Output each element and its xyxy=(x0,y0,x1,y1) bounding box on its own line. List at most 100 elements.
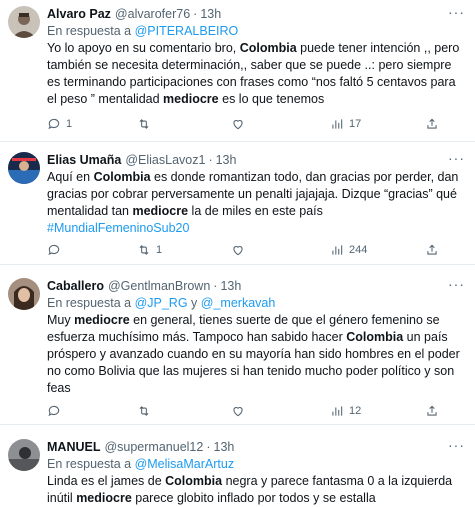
share-upload-icon xyxy=(427,118,437,129)
reply-button[interactable] xyxy=(47,403,66,419)
ellipsis-icon[interactable]: ··· xyxy=(448,151,465,165)
text-segment: Muy xyxy=(47,313,75,327)
heart-icon xyxy=(233,120,243,130)
text-segment: Yo lo apoyo en su comentario bro, xyxy=(47,41,240,55)
keyword-highlight: mediocre xyxy=(163,92,219,106)
speech-bubble-icon xyxy=(48,118,60,130)
tweet-feed: Alvaro Paz @alvarofer76 · 13h ··· En res… xyxy=(0,0,475,507)
hashtag-link[interactable]: #MundialFemeninoSub20 xyxy=(47,221,189,235)
keyword-highlight: mediocre xyxy=(74,313,130,327)
reply-mention[interactable]: @JP_RG xyxy=(135,296,188,310)
retweet-button[interactable] xyxy=(137,116,156,132)
reply-prefix: En respuesta a xyxy=(47,296,132,310)
retweet-count: 1 xyxy=(156,244,163,256)
reply-count: 1 xyxy=(66,118,73,130)
tweet-header: Alvaro Paz @alvarofer76 · 13h xyxy=(47,5,465,23)
display-name[interactable]: Alvaro Paz xyxy=(47,5,111,23)
retweet-arrows-icon xyxy=(139,406,149,416)
avatar[interactable] xyxy=(8,6,40,38)
text-segment: la de miles en este país xyxy=(188,204,323,218)
reply-prefix: En respuesta a xyxy=(47,24,132,38)
keyword-highlight: Colombia xyxy=(346,330,404,344)
keyword-highlight: mediocre xyxy=(76,491,132,505)
display-name[interactable]: Caballero xyxy=(47,277,104,295)
action-bar: 1 17 xyxy=(0,116,475,132)
share-button[interactable] xyxy=(425,116,439,132)
separator-dot: · xyxy=(193,7,198,21)
tweet-header: Elias Umaña @EliasLavoz1 · 13h xyxy=(47,151,465,169)
view-count: 12 xyxy=(349,405,362,417)
like-button[interactable] xyxy=(231,116,250,132)
text-segment: Linda es el james de xyxy=(47,474,166,488)
bar-chart-icon xyxy=(332,406,343,416)
avatar[interactable] xyxy=(8,439,40,471)
tweet-header: MANUEL @supermanuel12 · 13h xyxy=(47,438,465,456)
reply-context: En respuesta a @MelisaMarArtuz xyxy=(47,456,465,473)
text-segment: es lo que tenemos xyxy=(218,92,325,106)
ellipsis-icon[interactable]: ··· xyxy=(448,5,465,19)
user-handle[interactable]: @EliasLavoz1 xyxy=(125,151,205,169)
reply-joiner: y xyxy=(191,296,198,310)
reply-context: En respuesta a @JP_RG y @_merkavah xyxy=(47,295,465,312)
reply-mention[interactable]: @_merkavah xyxy=(201,296,276,310)
display-name[interactable]: Elias Umaña xyxy=(47,151,121,169)
action-bar: 1 244 xyxy=(0,242,475,258)
user-handle[interactable]: @GentlmanBrown xyxy=(108,277,210,295)
share-button[interactable] xyxy=(425,403,439,419)
reply-mention[interactable]: @MelisaMarArtuz xyxy=(135,457,235,471)
tweet-3[interactable]: Caballero @GentlmanBrown · 13h ··· En re… xyxy=(0,265,475,425)
views-button[interactable]: 244 xyxy=(330,242,367,258)
reply-prefix: En respuesta a xyxy=(47,457,132,471)
user-handle[interactable]: @alvarofer76 xyxy=(115,5,190,23)
tweet-header: Caballero @GentlmanBrown · 13h xyxy=(47,277,465,295)
view-count: 17 xyxy=(349,118,362,130)
separator-dot: · xyxy=(206,440,211,454)
display-name[interactable]: MANUEL xyxy=(47,438,100,456)
keyword-highlight: Colombia xyxy=(93,170,151,184)
heart-icon xyxy=(233,246,243,256)
heart-icon xyxy=(233,407,243,417)
reply-mention[interactable]: @PITERALBEIRO xyxy=(135,24,239,38)
tweet-4[interactable]: MANUEL @supermanuel12 · 13h ··· En respu… xyxy=(0,425,475,507)
timestamp[interactable]: 13h xyxy=(214,438,235,456)
action-bar: 12 xyxy=(0,403,475,419)
timestamp[interactable]: 13h xyxy=(200,5,221,23)
share-upload-icon xyxy=(427,405,437,416)
ellipsis-icon[interactable]: ··· xyxy=(448,438,465,452)
separator-dot: · xyxy=(208,153,213,167)
avatar[interactable] xyxy=(8,278,40,310)
bar-chart-icon xyxy=(332,245,343,255)
views-button[interactable]: 17 xyxy=(330,116,361,132)
speech-bubble-icon xyxy=(48,405,60,417)
retweet-button[interactable]: 1 xyxy=(137,242,162,258)
tweet-text: Muy mediocre en general, tienes suerte d… xyxy=(47,312,465,397)
tweet-1[interactable]: Alvaro Paz @alvarofer76 · 13h ··· En res… xyxy=(0,0,475,142)
text-segment: Aquí en xyxy=(47,170,94,184)
avatar[interactable] xyxy=(8,152,40,184)
tweet-text: Linda es el james de Colombia negra y pa… xyxy=(47,473,465,507)
speech-bubble-icon xyxy=(48,244,60,256)
retweet-arrows-icon xyxy=(139,119,149,129)
ellipsis-icon[interactable]: ··· xyxy=(448,277,465,291)
like-button[interactable] xyxy=(231,403,250,419)
reply-context: En respuesta a @PITERALBEIRO xyxy=(47,23,465,40)
keyword-highlight: Colombia xyxy=(239,41,297,55)
view-count: 244 xyxy=(349,244,368,256)
keyword-highlight: Colombia xyxy=(165,474,223,488)
share-button[interactable] xyxy=(425,242,439,258)
like-button[interactable] xyxy=(231,242,250,258)
retweet-arrows-icon xyxy=(139,245,149,255)
separator-dot: · xyxy=(213,279,218,293)
retweet-button[interactable] xyxy=(137,403,156,419)
tweet-text: Yo lo apoyo en su comentario bro, Colomb… xyxy=(47,40,465,108)
user-handle[interactable]: @supermanuel12 xyxy=(104,438,203,456)
timestamp[interactable]: 13h xyxy=(216,151,237,169)
bar-chart-icon xyxy=(332,119,343,129)
timestamp[interactable]: 13h xyxy=(220,277,241,295)
text-segment: parece globito inflado por todos y se es… xyxy=(131,491,376,505)
reply-button[interactable]: 1 xyxy=(47,116,72,132)
views-button[interactable]: 12 xyxy=(330,403,361,419)
reply-button[interactable] xyxy=(47,242,66,258)
tweet-text: Aquí en Colombia es donde romantizan tod… xyxy=(47,169,465,237)
tweet-2[interactable]: Elias Umaña @EliasLavoz1 · 13h ··· Aquí … xyxy=(0,142,475,265)
